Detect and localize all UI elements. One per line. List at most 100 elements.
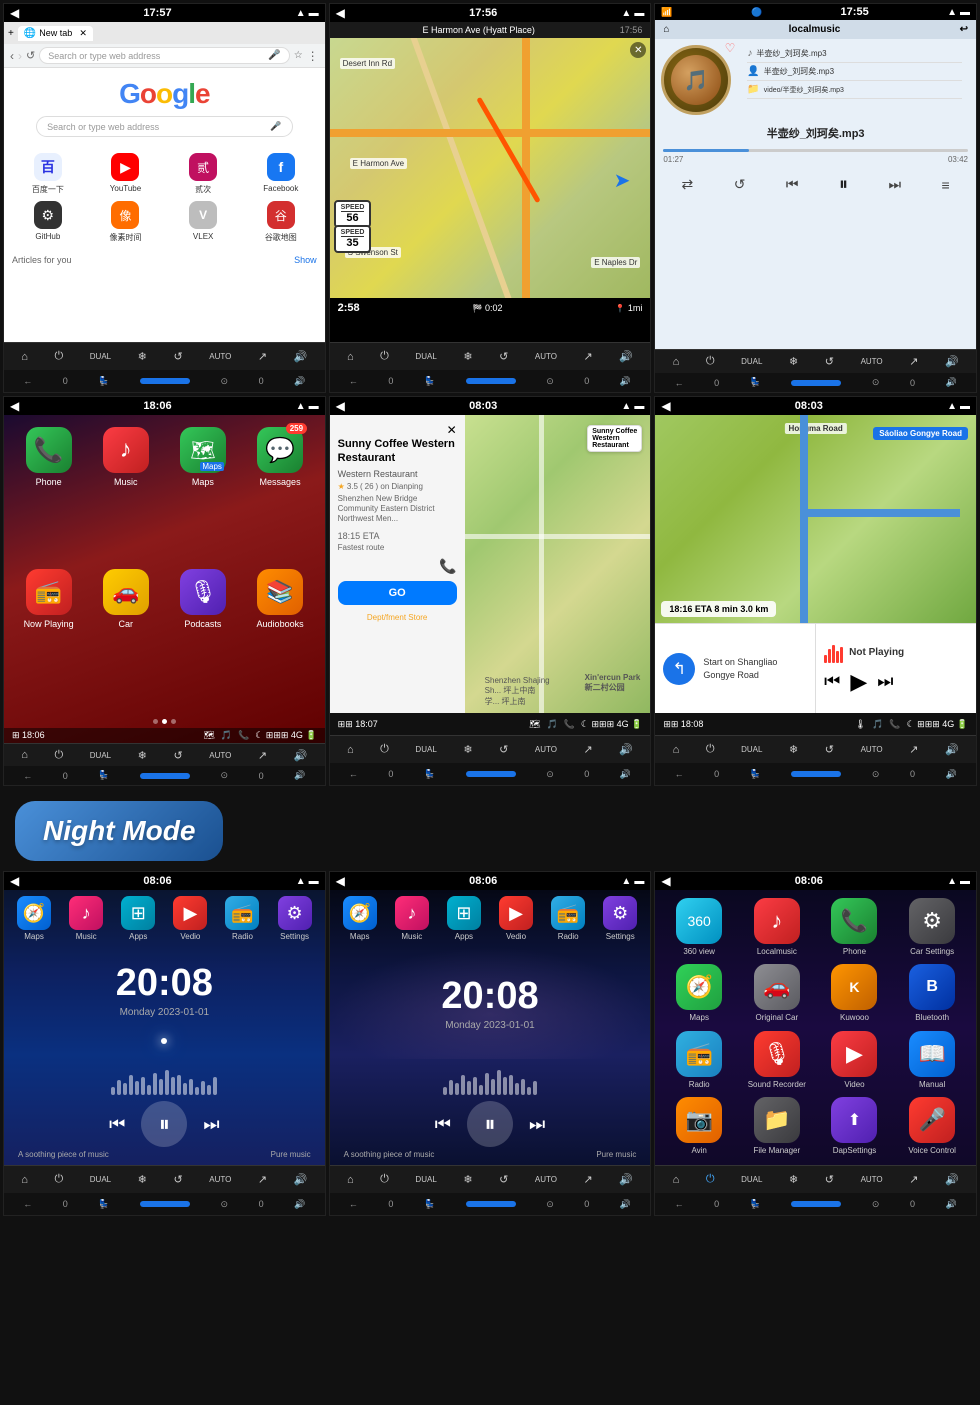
track-item-1[interactable]: ♪ 半壶纱_刘珂矣.mp3 [747, 45, 962, 63]
app-originalcar[interactable]: 🚗 Original Car [741, 964, 813, 1024]
back-arrow-nav[interactable]: ◀ [336, 6, 345, 20]
carplay-app-podcasts[interactable]: 🎙 Podcasts [168, 569, 237, 703]
ctrl2-seat[interactable]: 💺 [98, 376, 109, 387]
ctrl-vol[interactable]: 🔊 [294, 350, 308, 363]
progress-slider[interactable] [140, 378, 190, 384]
shortcut-gmaps[interactable]: 谷 谷歌地图 [245, 201, 317, 243]
ctrl-dual-nav[interactable]: DUAL [415, 352, 436, 361]
app-dapsettings[interactable]: ⬆ DapSettings [819, 1097, 891, 1157]
ctrl-snow-nav[interactable]: ❄ [463, 350, 472, 363]
back-arrow-carplay[interactable]: ◀ [10, 399, 19, 413]
night1-prev-btn[interactable]: ⏮ [109, 1114, 125, 1135]
app-phone[interactable]: 📞 Phone [819, 898, 891, 958]
night-app-apps[interactable]: ⊞ Apps [121, 896, 155, 941]
ctrl-home[interactable]: ⌂ [21, 351, 28, 363]
ctrl-home-music[interactable]: ⌂ [673, 356, 680, 368]
shortcut-vlex[interactable]: V VLEX [167, 201, 239, 243]
shortcut-facebook[interactable]: f Facebook [245, 153, 317, 195]
shortcut-baidu[interactable]: 百 百度一下 [12, 153, 84, 195]
night2-pause-btn[interactable]: ⏸ [467, 1101, 513, 1147]
night2-app-music[interactable]: ♪ Music [395, 896, 429, 941]
carplay-app-car[interactable]: 🚗 Car [91, 569, 160, 703]
pause-btn[interactable]: ⏸ [839, 174, 848, 195]
progress-bar[interactable] [663, 149, 968, 152]
track-item-2[interactable]: 👤 半壶纱_刘珂矣.mp3 [747, 63, 962, 81]
ctrl-auto[interactable]: AUTO [209, 352, 231, 361]
app-video[interactable]: ▶ Video [819, 1031, 891, 1091]
ctrl-snow[interactable]: ❄ [138, 350, 147, 363]
phone-btn[interactable]: 📞 [439, 558, 456, 575]
music-mini-prev[interactable]: ⏮ [824, 671, 840, 692]
app-manual[interactable]: 📖 Manual [896, 1031, 968, 1091]
night2-prev-btn[interactable]: ⏮ [435, 1114, 451, 1135]
app-carsettings[interactable]: ⚙ Car Settings [896, 898, 968, 958]
app-maps[interactable]: 🧭 Maps [663, 964, 735, 1024]
ctrl-dual[interactable]: DUAL [90, 352, 111, 361]
shortcut-item3[interactable]: 贰 贰次 [167, 153, 239, 195]
nav-forward-btn[interactable]: › [18, 49, 22, 63]
night-app-maps[interactable]: 🧭 Maps [17, 896, 51, 941]
night2-app-settings[interactable]: ⚙ Settings [603, 896, 637, 941]
equalizer-btn[interactable]: ≡ [942, 177, 950, 193]
carplay-app-maps[interactable]: 🗺 Maps Maps [168, 427, 237, 561]
app-360view[interactable]: 360 360 view [663, 898, 735, 958]
heart-icon[interactable]: ♡ [725, 41, 736, 55]
carplay-app-audiobooks[interactable]: 📚 Audiobooks [245, 569, 314, 703]
app-bluetooth[interactable]: B Bluetooth [896, 964, 968, 1024]
shuffle-btn[interactable]: ⇄ [682, 176, 694, 193]
home-icon-music[interactable]: ⌂ [663, 24, 669, 35]
carplay-app-phone[interactable]: 📞 Phone [14, 427, 83, 561]
night-app-video[interactable]: ▶ Vedio [173, 896, 207, 941]
night2-app-apps[interactable]: ⊞ Apps [447, 896, 481, 941]
carsplit-map[interactable]: Hongma Road Sáoliao Gongye Road 18:16 ET… [655, 415, 976, 623]
ctrl-power-nav[interactable]: ⏻ [380, 350, 389, 363]
google-search-bar[interactable]: Search or type web address 🎤 [36, 116, 293, 137]
go-button[interactable]: GO [338, 581, 457, 605]
night2-app-video[interactable]: ▶ Vedio [499, 896, 533, 941]
ctrl-loop-music[interactable]: ↺ [825, 355, 834, 368]
carnav-map[interactable]: 🍴 Sunny CoffeeWesternRestaurant Xin'ercu… [465, 415, 651, 713]
music-mini-next[interactable]: ⏭ [877, 671, 893, 692]
nav-refresh-btn[interactable]: ↺ [26, 49, 35, 62]
ctrl-home-nav[interactable]: ⌂ [347, 351, 354, 363]
app-soundrecorder[interactable]: 🎙 Sound Recorder [741, 1031, 813, 1091]
ctrl-dual-music[interactable]: DUAL [741, 357, 762, 366]
ctrl-vol-music[interactable]: 🔊 [945, 355, 959, 368]
app-avin[interactable]: 📷 Avin [663, 1097, 735, 1157]
carplay-app-messages[interactable]: 💬 259 Messages [245, 427, 314, 561]
ctrl-auto-nav[interactable]: AUTO [535, 352, 557, 361]
app-voicecontrol[interactable]: 🎤 Voice Control [896, 1097, 968, 1157]
shuffle2-btn[interactable]: ↺ [734, 176, 746, 193]
app-kuwooo[interactable]: K Kuwooo [819, 964, 891, 1024]
shortcut-github[interactable]: ⚙ GitHub [12, 201, 84, 243]
map-view[interactable]: Desert Inn Rd E Harmon Ave S Swenson St … [330, 38, 651, 298]
carplay-app-music[interactable]: ♪ Music [91, 427, 160, 561]
shortcut-youtube[interactable]: ▶ YouTube [90, 153, 162, 195]
next-btn[interactable]: ⏭ [888, 176, 901, 193]
ctrl-snow-music[interactable]: ❄ [789, 355, 798, 368]
app-localmusic[interactable]: ♪ Localmusic [741, 898, 813, 958]
back-arrow-chrome[interactable]: ◀ [10, 6, 19, 20]
night2-app-maps[interactable]: 🧭 Maps [343, 896, 377, 941]
back-icon-music[interactable]: ↩ [960, 24, 968, 35]
nav-back-btn[interactable]: ‹ [10, 49, 14, 63]
ctrl-auto-music[interactable]: AUTO [861, 357, 883, 366]
track-item-3[interactable]: 📁 video/半壶纱_刘珂矣.mp3 [747, 81, 962, 99]
night-app-radio[interactable]: 📻 Radio [225, 896, 259, 941]
night-app-settings[interactable]: ⚙ Settings [278, 896, 312, 941]
prev-btn[interactable]: ⏮ [786, 176, 799, 193]
ctrl-loop[interactable]: ↺ [173, 350, 182, 363]
ctrl-curve-nav[interactable]: ↗ [584, 350, 593, 363]
close-place-btn[interactable]: ✕ [447, 423, 457, 437]
night2-next-btn[interactable]: ⏭ [529, 1114, 545, 1135]
night1-pause-btn[interactable]: ⏸ [141, 1101, 187, 1147]
slider-music[interactable] [791, 380, 841, 386]
app-radio[interactable]: 📻 Radio [663, 1031, 735, 1091]
carplay-app-nowplaying[interactable]: 📻 Now Playing [14, 569, 83, 703]
map-close-btn[interactable]: ✕ [630, 42, 646, 58]
ctrl2-back[interactable]: ← [23, 376, 32, 386]
address-bar[interactable]: Search or type web address 🎤 [39, 47, 289, 64]
shortcut-item6[interactable]: 像 像素时间 [90, 201, 162, 243]
ctrl2-back-nav[interactable]: ← [349, 376, 358, 386]
music-mini-play[interactable]: ▶ [850, 669, 867, 695]
